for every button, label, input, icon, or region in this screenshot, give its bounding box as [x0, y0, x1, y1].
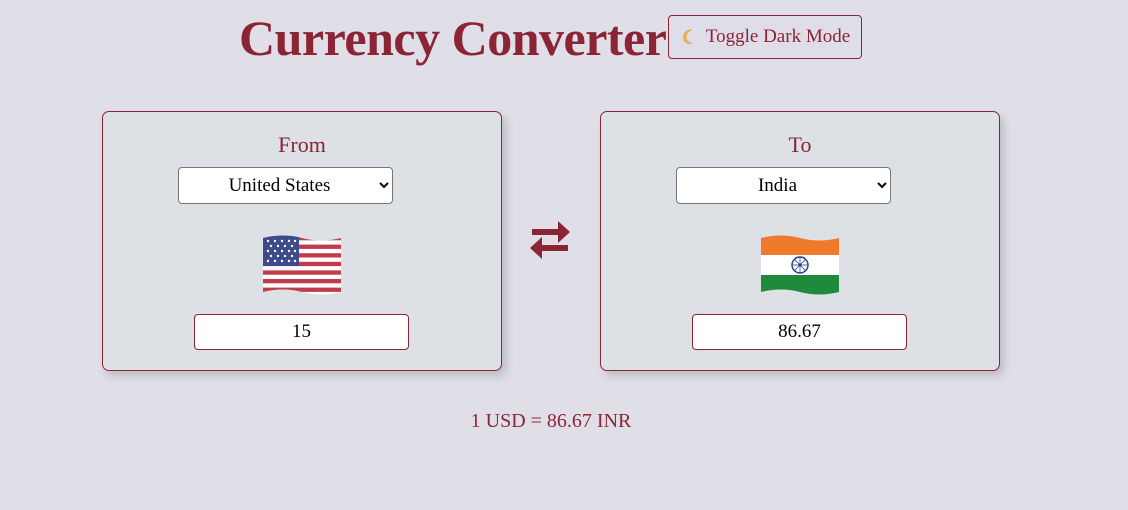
to-amount-input[interactable] [692, 314, 907, 350]
to-label: To [788, 132, 812, 157]
crescent-moon-icon [683, 29, 692, 44]
from-amount-input[interactable] [194, 314, 409, 350]
swap-arrows-icon [530, 221, 570, 259]
to-currency-card: To India [600, 111, 1000, 371]
to-country-select[interactable]: India [676, 167, 891, 204]
page-title: Currency Converter [239, 10, 667, 66]
from-country-select[interactable]: United States [178, 167, 393, 204]
us-flag-icon [263, 235, 341, 295]
toggle-dark-mode-button[interactable]: Toggle Dark Mode [668, 15, 862, 59]
exchange-rate-text: 1 USD = 86.67 INR [470, 410, 632, 432]
currency-converter-page: Currency Converter Toggle Dark Mode From… [0, 0, 1128, 510]
from-label: From [278, 132, 326, 157]
india-flag-icon [761, 235, 839, 295]
from-currency-card: From United States [102, 111, 502, 371]
toggle-dark-mode-label: Toggle Dark Mode [705, 26, 851, 47]
swap-currencies-button[interactable] [528, 218, 572, 262]
